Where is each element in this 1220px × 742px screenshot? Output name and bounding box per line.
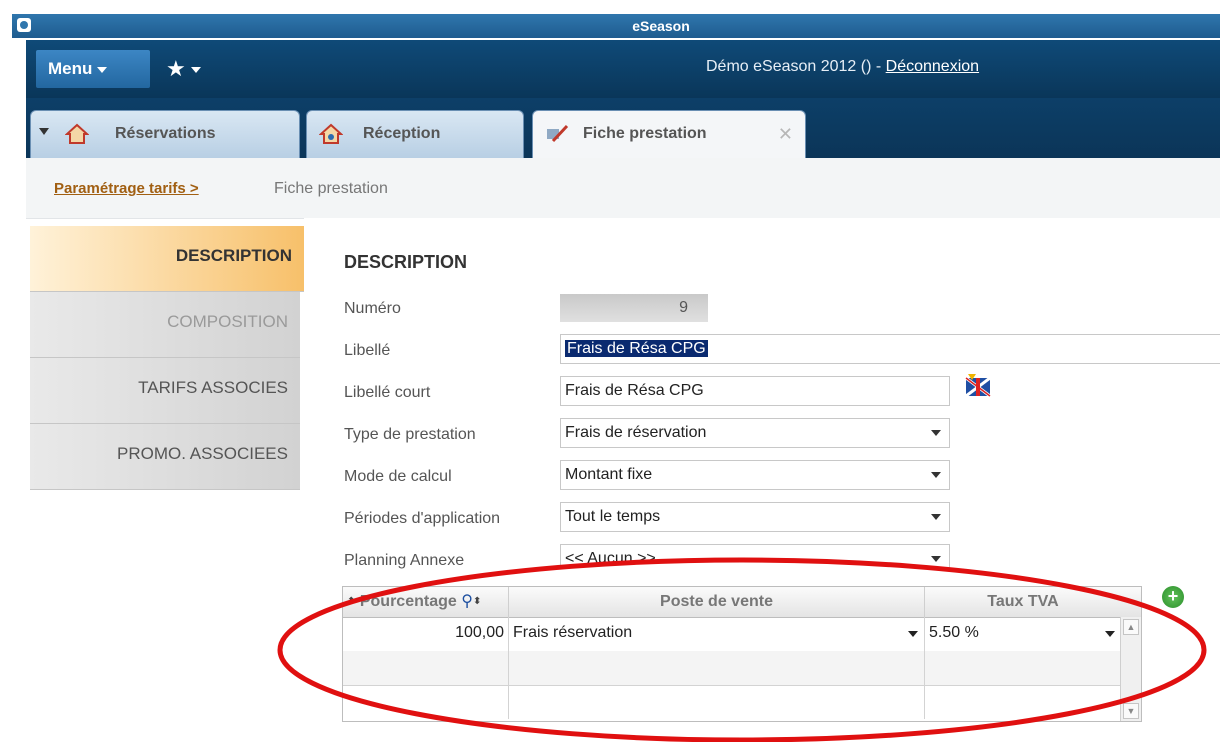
edit-icon [547,124,569,143]
menu-button[interactable]: Menu [36,50,150,88]
mode-calcul-select[interactable]: Montant fixe [560,460,950,490]
libelle-label: Libellé [344,342,391,359]
tab-label: Réception [363,125,441,142]
tab-reservations[interactable]: Réservations [30,110,300,158]
type-prestation-label: Type de prestation [344,426,476,443]
nav-item-composition[interactable]: COMPOSITION [30,292,300,358]
cell-taux-tva[interactable]: 5.50 % [925,617,1121,651]
cell-pourcentage[interactable]: 100,00 [343,617,509,651]
tab-label: Réservations [115,125,216,142]
breadcrumb-current: Fiche prestation [274,180,388,197]
tab-label: Fiche prestation [583,125,707,142]
column-label: Poste de vente [660,593,773,610]
cell-empty[interactable] [925,651,1121,685]
search-icon[interactable]: ⚲ [461,593,473,610]
window-title: eSeason [632,18,690,34]
grid-scrollbar[interactable]: ▲ ▼ [1120,617,1141,721]
tab-reception[interactable]: Réception [306,110,524,158]
libelle-value: Frais de Résa CPG [565,340,708,357]
mode-calcul-value: Montant fixe [565,466,653,483]
app-header: Menu ★ Démo eSeason 2012 () - Déconnexio… [26,40,1220,98]
libelle-court-label: Libellé court [344,384,431,401]
tab-menu-arrow-icon[interactable] [39,128,49,135]
sort-icon[interactable]: ⬍ [473,596,481,607]
type-prestation-select[interactable]: Frais de réservation [560,418,950,448]
numero-label: Numéro [344,300,401,317]
tab-strip: Réservations Réception Fiche prestation … [26,98,1220,160]
cell-empty[interactable] [925,685,1121,719]
favorites-button[interactable]: ★ [166,50,201,88]
chevron-down-icon [931,472,941,478]
user-info: Démo eSeason 2012 () - Déconnexion [706,58,979,76]
chevron-down-icon [931,556,941,562]
tab-fiche-prestation[interactable]: Fiche prestation ✕ [532,110,806,160]
plus-icon: + [1167,586,1179,606]
house-people-icon [319,123,343,144]
mode-calcul-label: Mode de calcul [344,468,452,485]
type-prestation-value: Frais de réservation [565,424,707,441]
cell-value: 5.50 % [929,624,979,641]
chevron-down-icon [931,514,941,520]
planning-annexe-label: Planning Annexe [344,552,465,569]
star-icon: ★ [166,56,186,81]
logout-link[interactable]: Déconnexion [886,58,979,75]
chevron-down-icon [931,430,941,436]
breadcrumb: Paramétrage tarifs > Fiche prestation [26,158,1220,219]
cell-value: Frais réservation [513,624,633,641]
column-header-taux-tva[interactable]: Taux TVA [925,587,1121,617]
table-row[interactable] [343,685,1121,719]
section-title: DESCRIPTION [344,252,468,272]
close-icon[interactable]: ✕ [778,111,793,157]
table-row[interactable]: 100,00 Frais réservation 5.50 % [343,617,1121,652]
planning-annexe-select[interactable]: << Aucun >> [560,544,950,568]
menu-label: Menu [48,59,93,78]
breadcrumb-parent-link[interactable]: Paramétrage tarifs > [54,180,199,197]
cell-empty[interactable] [343,651,509,685]
periodes-value: Tout le temps [565,508,661,525]
side-nav: DESCRIPTION COMPOSITION TARIFS ASSOCIES … [30,226,304,742]
poste-vente-grid: ⬍ Pourcentage ⚲⬍ Poste de vente Taux TVA… [342,586,1142,722]
cell-empty[interactable] [509,685,925,719]
chevron-down-icon [97,66,108,73]
periodes-label: Périodes d'application [344,510,501,527]
chevron-down-icon [908,631,918,637]
main-content: DESCRIPTION Numéro 9 Libellé Frais de Ré… [304,218,1220,742]
house-icon [65,123,89,144]
chevron-down-icon [1105,631,1115,637]
window-titlebar: eSeason [12,14,1220,38]
table-row[interactable] [343,651,1121,686]
add-row-button[interactable]: + [1162,586,1184,608]
planning-annexe-value: << Aucun >> [565,550,656,567]
nav-item-description[interactable]: DESCRIPTION [30,226,304,292]
libelle-input[interactable]: Frais de Résa CPG [560,334,1220,364]
numero-field: 9 [560,294,708,322]
cell-poste-vente[interactable]: Frais réservation [509,617,925,651]
sort-icon[interactable]: ⬍ [347,596,355,607]
column-header-pourcentage[interactable]: ⬍ Pourcentage ⚲⬍ [343,587,509,617]
periodes-select[interactable]: Tout le temps [560,502,950,532]
nav-item-tarifs-associes[interactable]: TARIFS ASSOCIES [30,358,300,424]
chevron-down-icon [190,67,201,74]
grid-header: ⬍ Pourcentage ⚲⬍ Poste de vente Taux TVA [343,587,1141,618]
column-label: Pourcentage [359,593,457,610]
cell-empty[interactable] [343,685,509,719]
libelle-court-input[interactable]: Frais de Résa CPG [560,376,950,406]
scroll-down-icon[interactable]: ▼ [1123,703,1139,719]
translate-flag-icon[interactable] [964,372,992,400]
column-header-poste-vente[interactable]: Poste de vente [509,587,925,617]
column-label: Taux TVA [987,593,1059,610]
nav-item-promo-associees[interactable]: PROMO. ASSOCIEES [30,424,300,490]
user-text: Démo eSeason 2012 () - [706,58,886,75]
cell-empty[interactable] [509,651,925,685]
scroll-up-icon[interactable]: ▲ [1123,619,1139,635]
